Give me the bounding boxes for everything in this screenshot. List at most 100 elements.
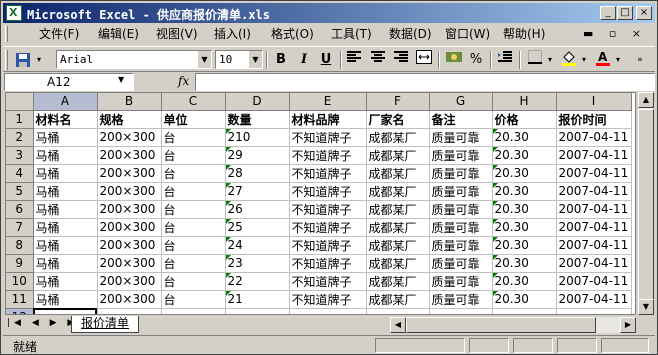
chevron-down-icon[interactable]: ▼	[248, 51, 262, 68]
underline-button[interactable]: U	[316, 50, 336, 70]
cell-d5[interactable]: 27	[225, 182, 290, 201]
cell-a5[interactable]: 马桶	[33, 182, 98, 201]
column-header-h[interactable]: H	[492, 93, 557, 111]
cell-g2[interactable]: 质量可靠	[429, 128, 493, 147]
cell-f3[interactable]: 成都某厂	[366, 146, 430, 165]
percent-button[interactable]: %	[466, 50, 486, 70]
cell-f9[interactable]: 成都某厂	[366, 254, 430, 273]
cell-d2[interactable]: 210	[225, 128, 290, 147]
cell-h6[interactable]: 20.30	[492, 200, 557, 219]
close-button[interactable]: ×	[636, 6, 652, 20]
row-header[interactable]: 9	[6, 254, 34, 273]
cell-b7[interactable]: 200×300	[97, 218, 162, 237]
cell-i8[interactable]: 2007-04-11	[556, 236, 632, 255]
fx-icon[interactable]: fx	[178, 74, 189, 88]
column-header-d[interactable]: D	[225, 93, 290, 111]
merge-center-icon[interactable]	[414, 50, 434, 70]
menubar-grip[interactable]	[5, 26, 8, 42]
cell-a12[interactable]	[33, 308, 98, 314]
cell-f6[interactable]: 成都某厂	[366, 200, 430, 219]
cell-c11[interactable]: 台	[161, 290, 226, 309]
cell-h4[interactable]: 20.30	[492, 164, 557, 183]
cell-d8[interactable]: 24	[225, 236, 290, 255]
row-header[interactable]: 7	[6, 218, 34, 237]
align-center-icon[interactable]	[368, 50, 388, 70]
cell-i12[interactable]	[556, 308, 632, 314]
cell-e6[interactable]: 不知道牌子	[289, 200, 367, 219]
cell-i4[interactable]: 2007-04-11	[556, 164, 632, 183]
menu-tools[interactable]: 工具(T)	[331, 26, 372, 42]
cell-i2[interactable]: 2007-04-11	[556, 128, 632, 147]
bold-button[interactable]: B	[271, 50, 291, 70]
cell-a11[interactable]: 马桶	[33, 290, 98, 309]
sheet-tab-quote[interactable]: 报价清单	[71, 316, 139, 333]
cell-a9[interactable]: 马桶	[33, 254, 98, 273]
cell-g11[interactable]: 质量可靠	[429, 290, 493, 309]
horizontal-scrollbar[interactable]: ◀ ▶	[390, 317, 636, 333]
cell-g4[interactable]: 质量可靠	[429, 164, 493, 183]
italic-button[interactable]: I	[294, 50, 314, 70]
row-header[interactable]: 3	[6, 146, 34, 165]
cell-i10[interactable]: 2007-04-11	[556, 272, 632, 291]
cell-i9[interactable]: 2007-04-11	[556, 254, 632, 273]
cell-i3[interactable]: 2007-04-11	[556, 146, 632, 165]
menu-help[interactable]: 帮助(H)	[503, 26, 545, 42]
cell-b1[interactable]: 规格	[97, 110, 162, 129]
select-all-corner[interactable]	[6, 93, 34, 111]
column-header-b[interactable]: B	[97, 93, 162, 111]
cell-b4[interactable]: 200×300	[97, 164, 162, 183]
cell-g7[interactable]: 质量可靠	[429, 218, 493, 237]
save-icon[interactable]	[13, 50, 33, 70]
scroll-left-icon[interactable]: ◀	[390, 317, 406, 333]
chevron-down-icon[interactable]: ▾	[545, 50, 555, 70]
cell-i5[interactable]: 2007-04-11	[556, 182, 632, 201]
row-header[interactable]: 5	[6, 182, 34, 201]
cell-f4[interactable]: 成都某厂	[366, 164, 430, 183]
minimize-button[interactable]: _	[600, 6, 616, 20]
workbook-controls[interactable]: ▬ ▫ ×	[583, 27, 647, 40]
cell-e11[interactable]: 不知道牌子	[289, 290, 367, 309]
cell-e4[interactable]: 不知道牌子	[289, 164, 367, 183]
column-header-f[interactable]: F	[366, 93, 430, 111]
excel-app-icon[interactable]	[6, 5, 22, 21]
menu-data[interactable]: 数据(D)	[389, 26, 432, 42]
cell-e9[interactable]: 不知道牌子	[289, 254, 367, 273]
cell-e5[interactable]: 不知道牌子	[289, 182, 367, 201]
cell-d3[interactable]: 29	[225, 146, 290, 165]
title-bar[interactable]: Microsoft Excel - 供应商报价清单.xls _ □ ×	[3, 3, 655, 23]
cell-c8[interactable]: 台	[161, 236, 226, 255]
cell-h1[interactable]: 价格	[492, 110, 557, 129]
cell-h10[interactable]: 20.30	[492, 272, 557, 291]
cell-i11[interactable]: 2007-04-11	[556, 290, 632, 309]
cell-c4[interactable]: 台	[161, 164, 226, 183]
name-box[interactable]: A12	[4, 73, 134, 91]
cell-f5[interactable]: 成都某厂	[366, 182, 430, 201]
toolbar-options-icon[interactable]: ▾	[34, 50, 44, 70]
cell-g3[interactable]: 质量可靠	[429, 146, 493, 165]
cell-a4[interactable]: 马桶	[33, 164, 98, 183]
cell-h3[interactable]: 20.30	[492, 146, 557, 165]
cell-h11[interactable]: 20.30	[492, 290, 557, 309]
worksheet-grid[interactable]: ABCDEFGHI 1 材料名 规格 单位 数量 材料品牌 厂家名 备注 价格 报价时间 2 马桶 20…	[5, 92, 636, 315]
cell-g8[interactable]: 质量可靠	[429, 236, 493, 255]
cell-b12[interactable]	[97, 308, 162, 314]
row-header[interactable]: 11	[6, 290, 34, 309]
menu-edit[interactable]: 编辑(E)	[98, 26, 139, 42]
cell-d4[interactable]: 28	[225, 164, 290, 183]
row-header[interactable]: 6	[6, 200, 34, 219]
cell-f8[interactable]: 成都某厂	[366, 236, 430, 255]
menu-view[interactable]: 视图(V)	[156, 26, 198, 42]
cell-h5[interactable]: 20.30	[492, 182, 557, 201]
cell-b5[interactable]: 200×300	[97, 182, 162, 201]
column-header-e[interactable]: E	[289, 93, 367, 111]
horizontal-scroll-thumb[interactable]	[406, 317, 596, 333]
menu-file[interactable]: 文件(F)	[39, 26, 79, 42]
cell-c10[interactable]: 台	[161, 272, 226, 291]
cell-d7[interactable]: 25	[225, 218, 290, 237]
cell-b3[interactable]: 200×300	[97, 146, 162, 165]
vertical-scroll-thumb[interactable]	[638, 109, 654, 304]
cell-b2[interactable]: 200×300	[97, 128, 162, 147]
cell-c9[interactable]: 台	[161, 254, 226, 273]
cell-c7[interactable]: 台	[161, 218, 226, 237]
cell-g12[interactable]	[429, 308, 493, 314]
